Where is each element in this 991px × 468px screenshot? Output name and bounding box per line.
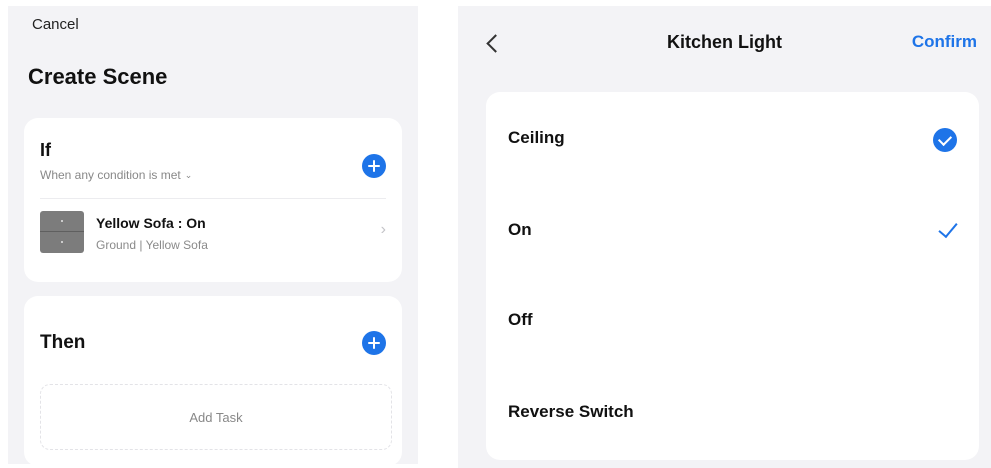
cancel-button[interactable]: Cancel [32, 16, 79, 33]
sofa-thumbnail [40, 211, 84, 253]
condition-mode-label: When any condition is met [40, 168, 181, 182]
add-condition-button[interactable] [362, 154, 386, 178]
condition-mode-selector[interactable]: When any condition is met ⌄ [40, 168, 192, 182]
option-reverse-switch[interactable]: Reverse Switch [486, 382, 979, 442]
condition-row[interactable]: Yellow Sofa : On Ground | Yellow Sofa › [40, 208, 386, 268]
option-label: On [508, 220, 532, 239]
device-action-screen: Kitchen Light Confirm Ceiling On Off Rev… [458, 6, 991, 468]
then-title: Then [40, 332, 86, 353]
condition-location: Ground | Yellow Sofa [96, 238, 208, 252]
option-label: Reverse Switch [508, 402, 634, 421]
option-label: Off [508, 310, 533, 329]
add-task-button[interactable]: Add Task [40, 384, 392, 450]
add-action-button[interactable] [362, 331, 386, 355]
create-scene-screen: Cancel Create Scene If When any conditio… [8, 6, 418, 466]
option-list: Ceiling On Off Reverse Switch [486, 92, 979, 460]
check-icon [938, 217, 958, 239]
option-label: Ceiling [508, 128, 565, 147]
chevron-right-icon: › [380, 221, 386, 238]
check-circle-icon [933, 128, 957, 152]
confirm-button[interactable]: Confirm [912, 32, 977, 52]
option-off[interactable]: Off [486, 290, 979, 350]
condition-name: Yellow Sofa : On [96, 215, 206, 231]
option-on[interactable]: On [486, 200, 979, 260]
then-card: Then Add Task [24, 296, 402, 466]
page-title: Create Scene [28, 64, 168, 89]
divider [40, 198, 386, 199]
option-ceiling[interactable]: Ceiling [486, 108, 979, 168]
if-card: If When any condition is met ⌄ Yellow So… [24, 118, 402, 282]
if-title: If [40, 140, 51, 160]
chevron-down-icon: ⌄ [184, 169, 193, 180]
